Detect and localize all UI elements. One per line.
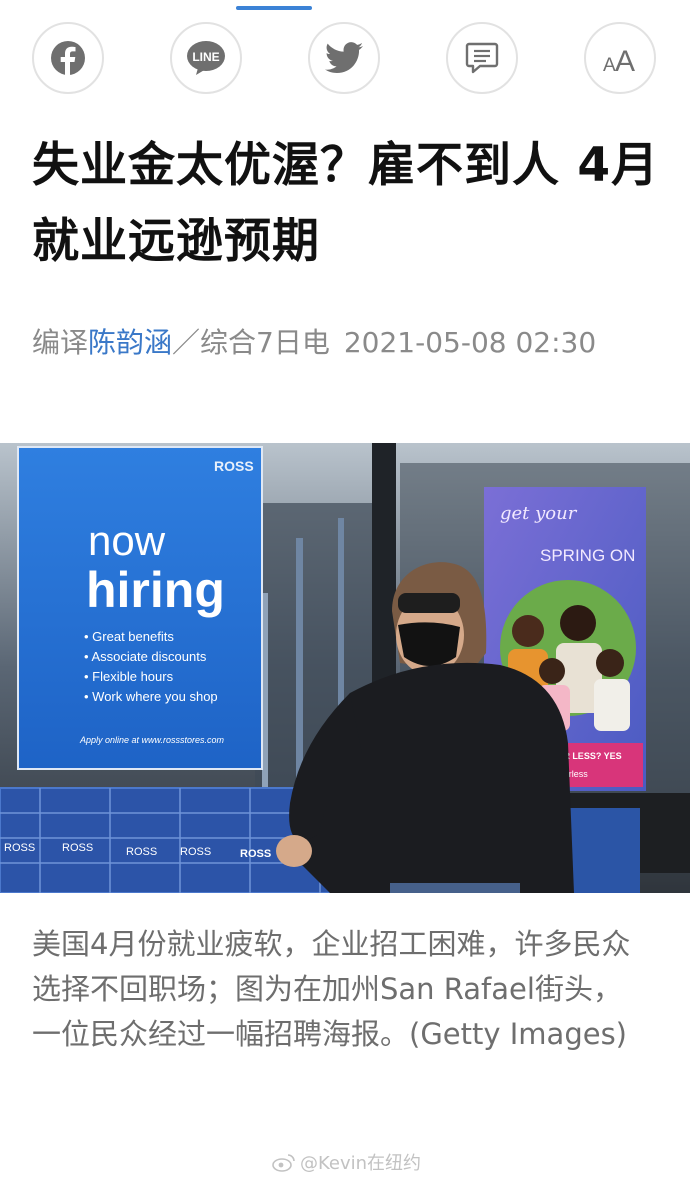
photo-caption: 美国4月份就业疲软，企业招工困难，许多民众选择不回职场；图为在加州San Raf… <box>32 927 631 1051</box>
comment-button[interactable] <box>446 22 518 94</box>
author-link[interactable]: 陈韵涵 <box>88 326 172 359</box>
line-label: LINE <box>192 50 219 64</box>
poster-bullet: • Great benefits <box>84 629 174 644</box>
spring-line1: get your <box>500 503 578 524</box>
font-size-button[interactable]: A A <box>584 22 656 94</box>
poster-bullet: • Flexible hours <box>84 669 174 684</box>
cart-brand: ROSS <box>62 842 93 854</box>
poster-brand: ROSS <box>214 458 254 474</box>
spring-line2: SPRING ON <box>540 546 635 565</box>
poster-footer: Apply online at www.rossstores.com <box>79 735 225 745</box>
line-icon: LINE <box>187 41 225 75</box>
svg-text:A: A <box>615 45 635 75</box>
article-headline: 失业金太优渥？雇不到人 4月就业远逊预期 <box>32 138 660 269</box>
poster-hiring: hiring <box>86 562 225 618</box>
cart-brand: ROSS <box>240 848 271 860</box>
cart-brand: ROSS <box>180 846 211 858</box>
photo-scene: ROSS now hiring • Great benefits • Assoc… <box>0 443 690 893</box>
comment-icon <box>465 42 499 74</box>
byline-source: ／综合7日电 <box>172 326 330 359</box>
twitter-share-button[interactable] <box>308 22 380 94</box>
now-hiring-poster: ROSS now hiring • Great benefits • Assoc… <box>17 446 263 770</box>
poster-bullet: • Work where you shop <box>84 689 218 704</box>
twitter-icon <box>325 42 363 74</box>
watermark: @Kevin在纽约 <box>272 1148 421 1176</box>
cart-brand: ROSS <box>126 846 157 858</box>
line-share-button[interactable]: LINE <box>170 22 242 94</box>
share-bar: LINE A A <box>0 22 690 98</box>
top-tab-indicator <box>236 6 312 10</box>
font-size-icon: A A <box>603 45 635 75</box>
poster-bullet: • Associate discounts <box>84 649 207 664</box>
publish-date: 2021-05-08 02:30 <box>343 326 597 359</box>
article-photo[interactable]: ROSS now hiring • Great benefits • Assoc… <box>0 443 690 893</box>
cart-brand: ROSS <box>4 842 35 854</box>
watermark-text: @Kevin在纽约 <box>300 1153 422 1174</box>
poster-now: now <box>88 517 166 564</box>
facebook-share-button[interactable] <box>32 22 104 94</box>
facebook-icon <box>51 41 85 76</box>
article-byline: 编译陈韵涵／综合7日电 2021-05-08 02:30 <box>32 322 672 364</box>
byline-prefix: 编译 <box>32 326 89 359</box>
weibo-icon <box>272 1154 295 1172</box>
